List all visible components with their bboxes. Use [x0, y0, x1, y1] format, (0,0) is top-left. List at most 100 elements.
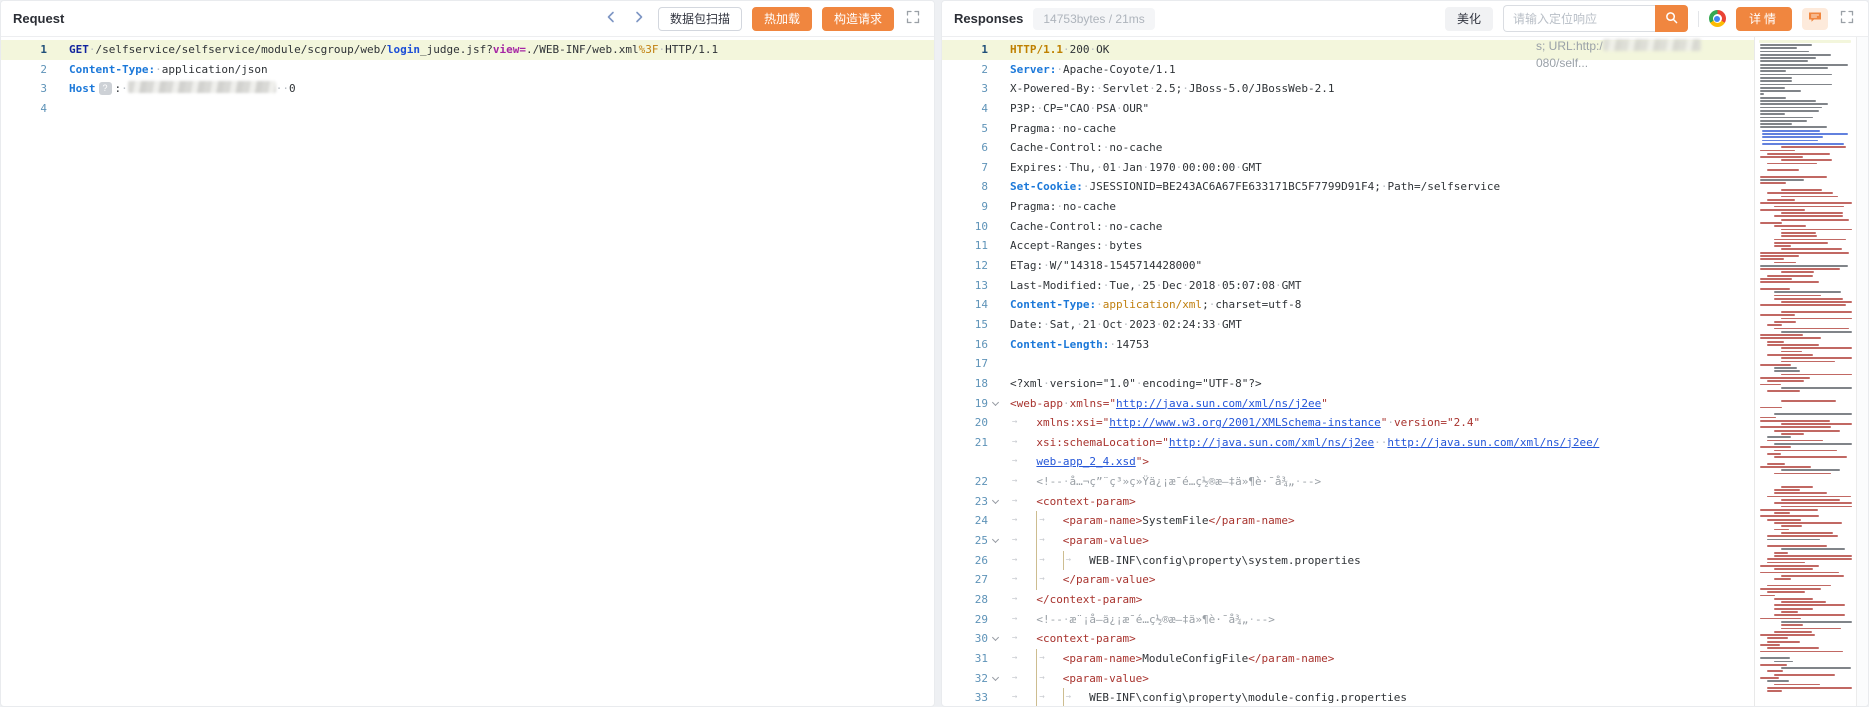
code-line[interactable]: 7Expires:·Thu,·01·Jan·1970·00:00:00·GMT — [942, 158, 1754, 178]
history-prev-button[interactable] — [602, 8, 620, 29]
indent-guide: → — [1063, 551, 1089, 571]
response-search-button[interactable] — [1655, 5, 1688, 32]
code-line[interactable]: 2Server:·Apache-Coyote/1.1 — [942, 60, 1754, 80]
code-line[interactable]: 31→→<param-name>ModuleConfigFile</param-… — [942, 649, 1754, 669]
code-line[interactable]: 4P3P:·CP="CAO·PSA·OUR" — [942, 99, 1754, 119]
fold-chevron-icon[interactable] — [988, 394, 1003, 414]
code-line[interactable]: 15Date:·Sat,·21·Oct·2023·02:24:33·GMT — [942, 315, 1754, 335]
minimap-row — [1760, 44, 1812, 46]
minimap[interactable] — [1754, 37, 1856, 706]
code-line[interactable]: 2Content-Type:·application/json — [1, 60, 934, 80]
fold-chevron-icon[interactable] — [988, 669, 1003, 689]
code-token: xmlns=" — [1070, 397, 1116, 410]
response-meta-badge: 14753bytes / 21ms — [1033, 8, 1154, 30]
packet-scan-button[interactable]: 数据包扫描 — [658, 7, 742, 31]
code-line[interactable]: 30→<context-param> — [942, 629, 1754, 649]
build-request-button[interactable]: 构造请求 — [822, 7, 894, 31]
tab-indent-icon: → — [1010, 590, 1036, 610]
whitespace-dot: · — [1374, 436, 1381, 449]
code-token: P3P: — [1010, 102, 1037, 115]
code-line[interactable]: 29→<!--·æ¨¡å—ä¿¡æ¯é…ç½®æ–‡ä»¶è·¯å¾„·--> — [942, 610, 1754, 630]
code-text: →<!--·å…¬ç”¨ç³»ç»Ÿä¿¡æ¯é…ç½®æ–‡ä»¶è·¯å¾„… — [1003, 475, 1321, 488]
tab-indent-icon: → — [1010, 649, 1036, 669]
whitespace-dot: · — [1116, 161, 1123, 174]
code-line[interactable]: 32→→<param-value> — [942, 669, 1754, 689]
line-number: 8 — [942, 177, 988, 197]
minimap-row — [1760, 278, 1792, 280]
code-token: GMT — [1222, 318, 1242, 331]
comment-button[interactable] — [1802, 8, 1828, 30]
response-code-editor[interactable]: 1HTTP/1.1·200·OK2Server:·Apache-Coyote/1… — [942, 37, 1754, 706]
code-line[interactable]: 11Accept-Ranges:·bytes — [942, 236, 1754, 256]
code-text: Date:·Sat,·21·Oct·2023·02:24:33·GMT — [1003, 318, 1242, 331]
chat-bubble-icon — [1808, 11, 1822, 26]
code-line[interactable]: 1HTTP/1.1·200·OK — [942, 40, 1754, 60]
code-line[interactable]: 19<web-app·xmlns="http://java.sun.com/xm… — [942, 394, 1754, 414]
code-token: Tue, — [1109, 279, 1136, 292]
beautify-button[interactable]: 美化 — [1445, 7, 1493, 31]
code-line[interactable]: 10Cache-Control:·no-cache — [942, 217, 1754, 237]
code-line[interactable]: 26→→→WEB-INF\config\property\system.prop… — [942, 551, 1754, 571]
line-number: 30 — [942, 629, 988, 649]
minimap-row — [1760, 51, 1809, 53]
code-line[interactable]: 13Last-Modified:·Tue,·25·Dec·2018·05:07:… — [942, 276, 1754, 296]
code-line[interactable]: 16Content-Length:·14753 — [942, 335, 1754, 355]
fold-chevron-icon[interactable] — [988, 629, 1003, 649]
minimap-row — [1774, 608, 1813, 610]
request-expand-button[interactable] — [904, 8, 922, 29]
minimap-row — [1781, 532, 1833, 534]
response-expand-button[interactable] — [1838, 8, 1856, 29]
minimap-row — [1760, 74, 1832, 76]
code-line[interactable]: 3Host?:···0 — [1, 79, 934, 99]
code-token: <?xml — [1010, 377, 1043, 390]
line-number: 3 — [942, 79, 988, 99]
code-line[interactable]: 8Set-Cookie:·JSESSIONID=BE243AC6A67FE633… — [942, 177, 1754, 197]
whitespace-dot: · — [121, 82, 128, 95]
history-next-button[interactable] — [630, 8, 648, 29]
open-in-browser-icon[interactable] — [1709, 10, 1726, 27]
code-line[interactable]: 1GET·/selfservice/selfservice/module/scg… — [1, 40, 934, 60]
code-line[interactable]: 28→</context-param> — [942, 590, 1754, 610]
response-search-input[interactable] — [1503, 5, 1655, 32]
code-text: Cache-Control:·no-cache — [1003, 220, 1162, 233]
code-line[interactable]: 5Pragma:·no-cache — [942, 119, 1754, 139]
detail-button[interactable]: 详情 — [1736, 7, 1792, 31]
code-line[interactable]: 23→<context-param> — [942, 492, 1754, 512]
tab-indent-icon: → — [1010, 629, 1036, 649]
vertical-scrollbar[interactable] — [1856, 37, 1868, 706]
hot-reload-button[interactable]: 热加载 — [752, 7, 812, 31]
code-line[interactable]: 17 — [942, 354, 1754, 374]
request-code-editor[interactable]: 1GET·/selfservice/selfservice/module/scg… — [1, 37, 934, 706]
minimap-row — [1760, 100, 1816, 102]
code-line[interactable]: →web-app_2_4.xsd"> — [942, 452, 1754, 472]
code-token: "> — [1136, 455, 1149, 468]
code-line[interactable]: 27→→</param-value> — [942, 570, 1754, 590]
code-line[interactable]: 18<?xml·version="1.0"·encoding="UTF-8"?> — [942, 374, 1754, 394]
code-line[interactable]: 12ETag:·W/"14318-1545714428000" — [942, 256, 1754, 276]
fold-chevron-icon[interactable] — [988, 492, 1003, 512]
minimap-row — [1760, 377, 1810, 379]
minimap-row — [1767, 687, 1852, 689]
code-line[interactable]: 33→→→WEB-INF\config\property\module-conf… — [942, 688, 1754, 706]
code-token: 2.5; — [1156, 82, 1183, 95]
code-line[interactable]: 9Pragma:·no-cache — [942, 197, 1754, 217]
code-line[interactable]: 20→xmlns:xsi="http://www.w3.org/2001/XML… — [942, 413, 1754, 433]
code-text: →→<param-value> — [1003, 672, 1149, 685]
code-token: W/"14318-1545714428000" — [1050, 259, 1202, 272]
code-token: version="2.4" — [1394, 416, 1480, 429]
code-line[interactable]: 25→→<param-value> — [942, 531, 1754, 551]
code-line[interactable]: 14Content-Type:·application/xml;·charset… — [942, 295, 1754, 315]
minimap-row — [1760, 384, 1781, 386]
whitespace-dot: · — [282, 82, 289, 95]
code-line[interactable]: 3X-Powered-By:·Servlet·2.5;·JBoss-5.0/JB… — [942, 79, 1754, 99]
code-line[interactable]: 24→→<param-name>SystemFile</param-name> — [942, 511, 1754, 531]
code-token: web-app_2_4.xsd — [1036, 455, 1135, 468]
code-token: 2018 — [1189, 279, 1216, 292]
fold-chevron-icon[interactable] — [988, 531, 1003, 551]
code-line[interactable]: 22→<!--·å…¬ç”¨ç³»ç»Ÿä¿¡æ¯é…ç½®æ–‡ä»¶è·¯å… — [942, 472, 1754, 492]
code-line[interactable]: 4 — [1, 99, 934, 119]
minimap-row — [1760, 179, 1804, 181]
code-line[interactable]: 6Cache-Control:·no-cache — [942, 138, 1754, 158]
minimap-row — [1774, 631, 1812, 633]
code-line[interactable]: 21→xsi:schemaLocation="http://java.sun.c… — [942, 433, 1754, 453]
